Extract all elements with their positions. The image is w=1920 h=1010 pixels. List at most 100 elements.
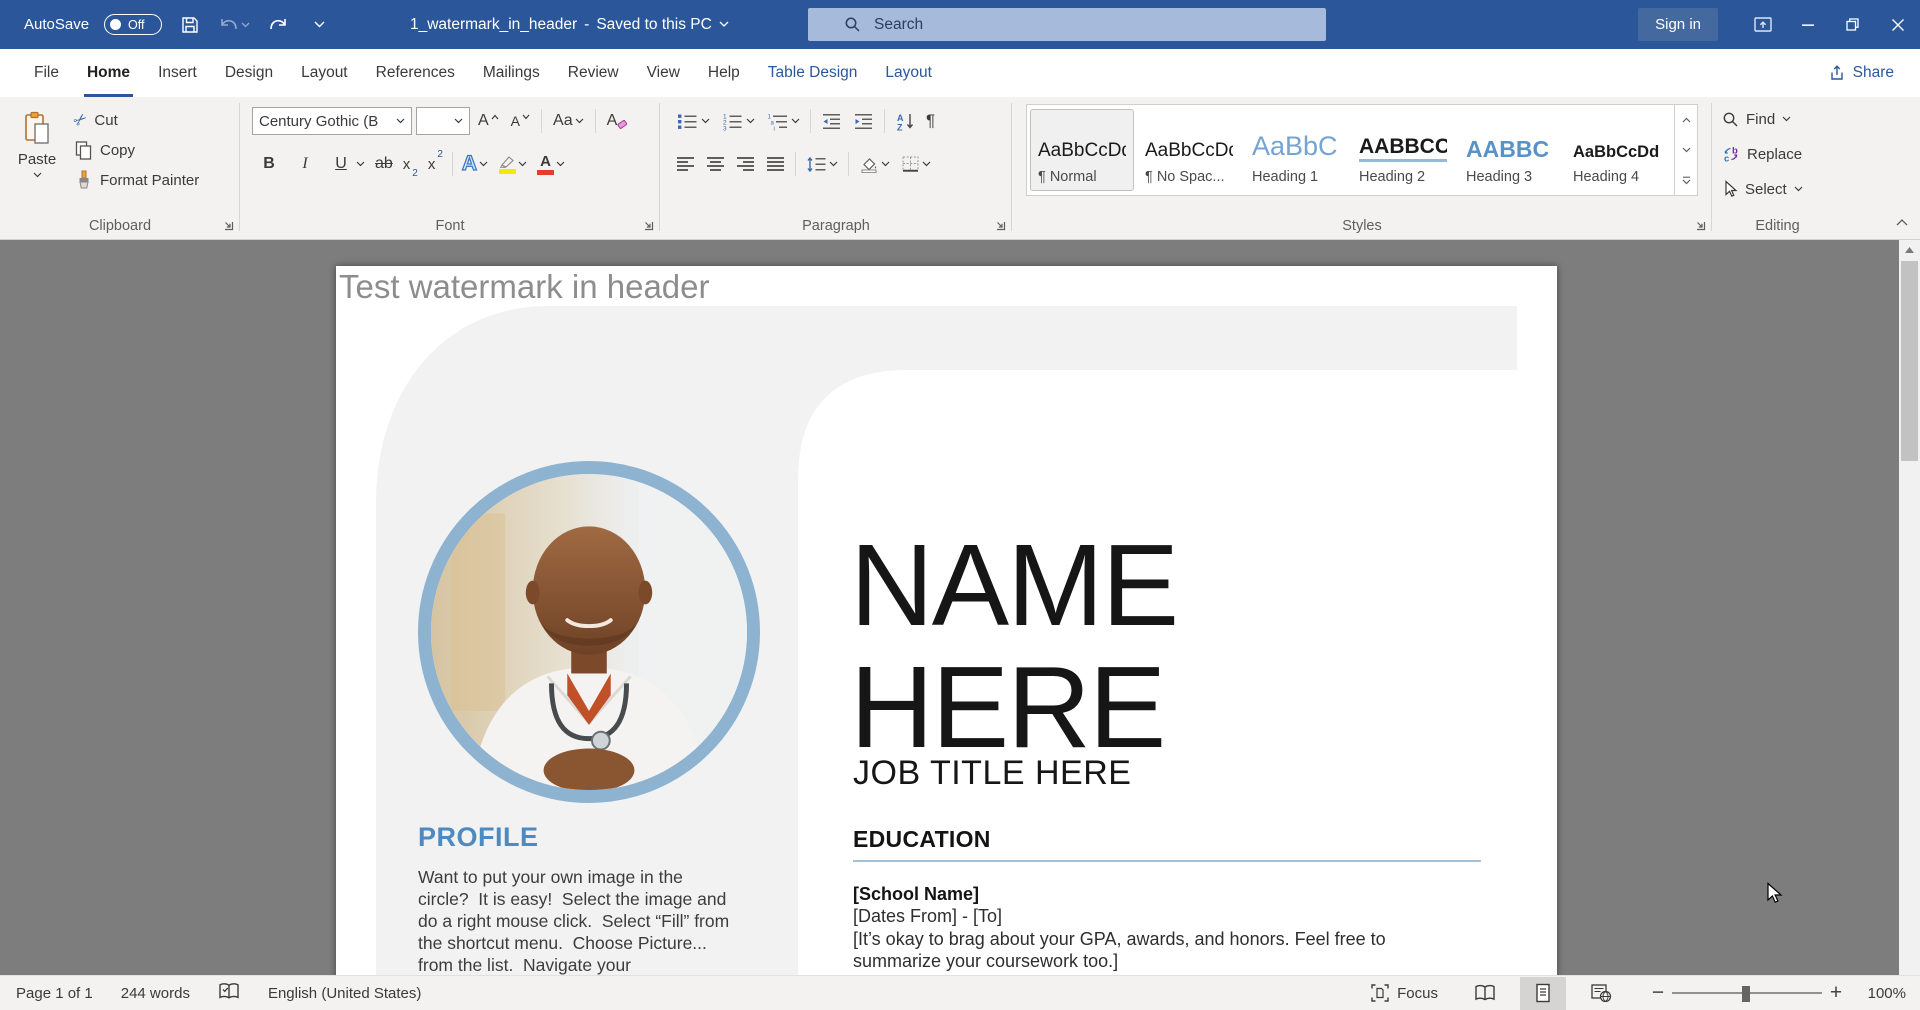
word-count[interactable]: 244 words: [121, 985, 190, 1002]
document-page[interactable]: Test watermark in header: [336, 266, 1557, 975]
line-spacing-button[interactable]: [802, 149, 842, 179]
replace-button[interactable]: bc Replace: [1722, 140, 1802, 168]
font-size-combo[interactable]: [416, 107, 470, 135]
shading-button[interactable]: [855, 149, 894, 179]
save-status-dropdown-icon[interactable]: [719, 21, 729, 28]
scrollbar-thumb[interactable]: [1901, 261, 1918, 461]
show-formatting-marks-button[interactable]: ¶: [922, 106, 939, 136]
save-button[interactable]: [177, 10, 203, 40]
undo-button[interactable]: [218, 16, 250, 34]
tab-file[interactable]: File: [20, 49, 73, 97]
close-button[interactable]: [1875, 0, 1920, 49]
paste-button[interactable]: Paste: [8, 103, 66, 213]
tab-references[interactable]: References: [362, 49, 469, 97]
resume-name[interactable]: NAME HERE: [850, 524, 1177, 768]
style-heading-2[interactable]: AABBCC Heading 2: [1351, 109, 1455, 191]
tab-design[interactable]: Design: [211, 49, 287, 97]
align-right-button[interactable]: [732, 149, 759, 179]
resume-job-title[interactable]: JOB TITLE HERE: [853, 754, 1131, 793]
increase-indent-button[interactable]: [849, 106, 878, 136]
sign-in-button[interactable]: Sign in: [1638, 8, 1718, 41]
clear-formatting-button[interactable]: A: [603, 106, 633, 136]
italic-button[interactable]: I: [288, 149, 322, 179]
style-heading-4[interactable]: AaBbCcDd Heading 4: [1565, 109, 1669, 191]
text-highlight-button[interactable]: [494, 149, 531, 179]
profile-photo[interactable]: [418, 461, 760, 803]
page-indicator[interactable]: Page 1 of 1: [16, 985, 93, 1002]
profile-heading[interactable]: PROFILE: [418, 822, 539, 853]
multilevel-list-button[interactable]: 1ai: [762, 106, 804, 136]
tab-table-design[interactable]: Table Design: [754, 49, 872, 97]
education-school-name[interactable]: [School Name]: [853, 884, 979, 905]
redo-button[interactable]: [265, 10, 291, 40]
font-family-combo[interactable]: Century Gothic (B: [252, 107, 412, 135]
copy-button[interactable]: Copy: [74, 135, 199, 165]
style-heading-1[interactable]: AaBbC Heading 1: [1244, 109, 1348, 191]
tab-layout[interactable]: Layout: [287, 49, 362, 97]
minimize-button[interactable]: [1785, 0, 1830, 49]
ribbon-display-options-button[interactable]: [1740, 0, 1785, 49]
decrease-indent-button[interactable]: [817, 106, 846, 136]
scrollbar-up-arrow[interactable]: [1899, 240, 1920, 259]
align-center-button[interactable]: [702, 149, 729, 179]
tab-home[interactable]: Home: [73, 49, 144, 97]
read-mode-button[interactable]: [1462, 977, 1508, 1010]
web-layout-button[interactable]: [1578, 977, 1624, 1010]
text-effects-button[interactable]: A: [458, 149, 492, 179]
styles-scroll-up-button[interactable]: [1675, 105, 1697, 135]
styles-scroll-down-button[interactable]: [1675, 135, 1697, 165]
education-body-text[interactable]: [It’s okay to brag about your GPA, award…: [853, 928, 1441, 972]
profile-body-text[interactable]: Want to put your own image in the circle…: [418, 866, 732, 975]
zoom-slider[interactable]: [1672, 977, 1822, 1010]
subscript-button[interactable]: x2: [399, 149, 422, 179]
font-dialog-launcher[interactable]: [640, 217, 656, 233]
tab-insert[interactable]: Insert: [144, 49, 211, 97]
shrink-font-button[interactable]: A: [507, 106, 534, 136]
style-normal[interactable]: AaBbCcDd ¶ Normal: [1030, 109, 1134, 191]
styles-dialog-launcher[interactable]: [1692, 217, 1708, 233]
bullets-button[interactable]: [672, 106, 714, 136]
justify-button[interactable]: [762, 149, 789, 179]
zoom-slider-thumb[interactable]: [1742, 986, 1750, 1002]
style-heading-3[interactable]: AABBC Heading 3: [1458, 109, 1562, 191]
search-input[interactable]: [874, 16, 1254, 34]
borders-button[interactable]: [897, 149, 935, 179]
format-painter-button[interactable]: Format Painter: [74, 165, 199, 195]
sort-button[interactable]: AZ: [891, 106, 919, 136]
grow-font-button[interactable]: A: [474, 106, 503, 136]
collapse-ribbon-button[interactable]: [1896, 213, 1908, 231]
paragraph-dialog-launcher[interactable]: [992, 217, 1008, 233]
align-left-button[interactable]: [672, 149, 699, 179]
underline-button[interactable]: U: [324, 149, 369, 179]
share-button[interactable]: Share: [1828, 49, 1894, 97]
superscript-button[interactable]: x2: [424, 149, 447, 179]
save-status-text[interactable]: Saved to this PC: [596, 16, 711, 34]
autosave-toggle[interactable]: Off: [104, 14, 162, 35]
tab-review[interactable]: Review: [554, 49, 633, 97]
clipboard-dialog-launcher[interactable]: [220, 217, 236, 233]
select-button[interactable]: Select: [1722, 175, 1803, 203]
search-box[interactable]: [808, 8, 1326, 41]
change-case-button[interactable]: Aa: [549, 106, 588, 136]
education-dates[interactable]: [Dates From] - [To]: [853, 906, 1002, 927]
tab-mailings[interactable]: Mailings: [469, 49, 554, 97]
font-color-button[interactable]: A: [533, 149, 569, 179]
education-heading[interactable]: EDUCATION: [853, 826, 991, 853]
customize-qat-button[interactable]: [306, 10, 332, 40]
restore-button[interactable]: [1830, 0, 1875, 49]
strikethrough-button[interactable]: ab: [371, 149, 397, 179]
header-watermark-text[interactable]: Test watermark in header: [339, 268, 710, 306]
print-layout-button[interactable]: [1520, 977, 1566, 1010]
proofing-status-button[interactable]: [218, 982, 240, 1005]
bold-button[interactable]: B: [252, 149, 286, 179]
focus-mode-button[interactable]: Focus: [1370, 983, 1438, 1003]
zoom-out-button[interactable]: −: [1644, 981, 1672, 1005]
styles-gallery-more-button[interactable]: [1675, 165, 1697, 195]
tab-help[interactable]: Help: [694, 49, 754, 97]
tab-view[interactable]: View: [633, 49, 694, 97]
numbering-button[interactable]: 123: [717, 106, 759, 136]
zoom-level[interactable]: 100%: [1850, 985, 1906, 1002]
language-indicator[interactable]: English (United States): [268, 985, 421, 1002]
zoom-in-button[interactable]: +: [1822, 981, 1850, 1005]
find-button[interactable]: Find: [1722, 105, 1791, 133]
